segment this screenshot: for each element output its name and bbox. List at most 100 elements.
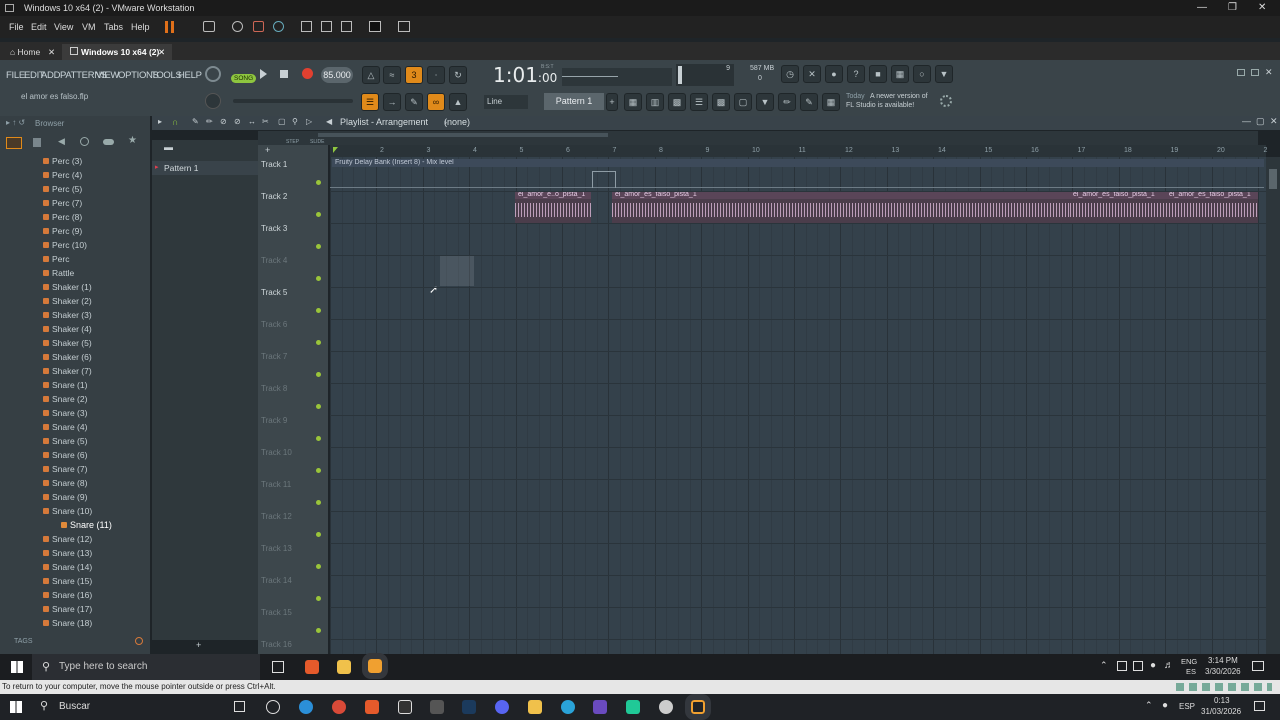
track-name[interactable]: Track 12 xyxy=(261,512,292,521)
browser-item[interactable]: Snare (18) xyxy=(43,618,92,628)
windows-start-icon[interactable] xyxy=(11,661,23,673)
menu-help[interactable]: Help xyxy=(131,16,150,38)
host-start-icon[interactable] xyxy=(10,701,22,713)
tray-display-icon[interactable] xyxy=(1133,661,1143,671)
pattern-item[interactable]: ▸ Pattern 1 xyxy=(152,161,258,175)
add-pattern-button[interactable]: + xyxy=(606,93,618,111)
host-explorer-icon[interactable] xyxy=(528,700,542,714)
host-discord-icon[interactable] xyxy=(495,700,509,714)
menu-view[interactable]: View xyxy=(54,16,73,38)
snap-select[interactable]: Line xyxy=(484,95,528,109)
browser-item[interactable]: Snare (6) xyxy=(43,450,87,460)
master-volume-knob[interactable] xyxy=(205,66,221,82)
host-search-placeholder[interactable]: Buscar xyxy=(59,701,90,712)
tags-search-icon[interactable] xyxy=(135,637,143,645)
host-steam-icon[interactable] xyxy=(462,700,476,714)
stamp-button[interactable]: ▲ xyxy=(449,93,467,111)
blend-notes-button[interactable]: ⋅ xyxy=(427,66,445,84)
host-vmware-icon[interactable] xyxy=(685,694,711,720)
browser-item[interactable]: Snare (8) xyxy=(43,478,87,488)
close-tab-icon[interactable]: ✕ xyxy=(48,44,55,60)
wait-input-button[interactable]: ≈ xyxy=(383,66,401,84)
mixer-button[interactable]: ✕ xyxy=(803,65,821,83)
guest-search-box[interactable]: ⚲ Type here to search xyxy=(32,654,260,680)
news-line1[interactable]: A newer version of xyxy=(870,93,928,100)
project-browser-button[interactable]: ▢ xyxy=(734,93,752,111)
track-mute-led[interactable] xyxy=(316,340,321,345)
tray-mic-icon[interactable]: ● xyxy=(1150,660,1156,671)
master-pitch-knob[interactable] xyxy=(205,93,221,109)
plugin-button[interactable]: ▦ xyxy=(891,65,909,83)
magnet-icon[interactable]: ∩ xyxy=(172,117,178,127)
snapshot-icon[interactable] xyxy=(232,21,243,32)
shop-button[interactable]: ▦ xyxy=(822,93,840,111)
search-filter-icon[interactable] xyxy=(80,137,89,146)
track-name[interactable]: Track 6 xyxy=(261,320,287,329)
track-mute-led[interactable] xyxy=(316,180,321,185)
loop-record-button[interactable]: ↻ xyxy=(449,66,467,84)
playhead-marker[interactable] xyxy=(333,147,338,153)
browser-item[interactable]: Perc (5) xyxy=(43,184,82,194)
track-name[interactable]: Track 14 xyxy=(261,576,292,585)
guest-lang-sub[interactable]: ES xyxy=(1186,667,1196,676)
browser-item[interactable]: Snare (1) xyxy=(43,380,87,390)
playlist-title-arrows[interactable]: ◀ xyxy=(326,117,332,126)
host-app-icon[interactable] xyxy=(430,700,444,714)
browser-item[interactable]: Snare (4) xyxy=(43,422,87,432)
track-name[interactable]: Track 15 xyxy=(261,608,292,617)
track-name[interactable]: Track 1 xyxy=(261,160,287,169)
library-icon[interactable] xyxy=(301,21,312,32)
paint-tool-icon[interactable]: ✏ xyxy=(206,117,213,126)
pause-icon[interactable] xyxy=(165,21,174,33)
track-mute-led[interactable] xyxy=(316,276,321,281)
fl-minimize-icon[interactable] xyxy=(1237,69,1245,76)
playback-tool-icon[interactable]: ▷ xyxy=(306,117,312,126)
folder-icon[interactable] xyxy=(33,138,41,147)
track-mute-led[interactable] xyxy=(316,564,321,569)
track-name[interactable]: Track 13 xyxy=(261,544,292,553)
guest-clock-time[interactable]: 3:14 PM xyxy=(1208,656,1238,665)
playlist-overview[interactable]: STEP SLIDE xyxy=(258,131,1258,145)
play-button[interactable] xyxy=(260,69,267,79)
overview-window[interactable] xyxy=(318,133,608,137)
automation-clip[interactable]: Fruity Delay Bank (Insert 8) - Mix level xyxy=(332,159,1264,167)
tab-vm[interactable]: Windows 10 x64 (2) ✕ xyxy=(62,44,172,60)
browser-item[interactable]: Shaker (6) xyxy=(43,352,92,362)
brave-icon[interactable] xyxy=(305,660,319,674)
browser-item[interactable]: Perc (3) xyxy=(43,156,82,166)
fl-close-icon[interactable]: ✕ xyxy=(1265,67,1273,78)
host-widget-icon[interactable] xyxy=(266,700,280,714)
plugin-picker-button[interactable]: ▩ xyxy=(712,93,730,111)
track-name[interactable]: Track 4 xyxy=(261,256,287,265)
notification-icon[interactable] xyxy=(1252,661,1264,671)
browser-options-icon[interactable] xyxy=(6,137,22,149)
browser-item[interactable]: Rattle xyxy=(43,268,74,278)
browser-item[interactable]: Snare (12) xyxy=(43,534,92,544)
link-button[interactable]: ∞ xyxy=(427,93,445,111)
track-mute-led[interactable] xyxy=(316,372,321,377)
track-mute-led[interactable] xyxy=(316,212,321,217)
fl-menu-tools[interactable]: TOOLS xyxy=(151,70,182,81)
master-pitch-slider[interactable] xyxy=(233,99,353,103)
browser-item[interactable]: Shaker (5) xyxy=(43,338,92,348)
audio-clip[interactable]: el_amor_e..o_pista_1 xyxy=(515,191,591,223)
host-brave-icon[interactable] xyxy=(365,700,379,714)
brush-button[interactable]: ✎ xyxy=(405,93,423,111)
channel-rack-button[interactable]: ▦ xyxy=(624,93,642,111)
file-explorer-icon[interactable] xyxy=(337,660,351,674)
countdown-button[interactable]: 3 xyxy=(405,66,423,84)
help-button[interactable]: ? xyxy=(847,65,865,83)
browser-item[interactable]: Perc (4) xyxy=(43,170,82,180)
track-mute-led[interactable] xyxy=(316,596,321,601)
cloud-icon[interactable] xyxy=(103,139,114,145)
track-name[interactable]: Track 7 xyxy=(261,352,287,361)
edison-button[interactable]: ✎ xyxy=(800,93,818,111)
audio-clip[interactable]: el_amor_es_falso_pista_1 xyxy=(612,191,1070,223)
tray-network-icon[interactable] xyxy=(1117,661,1127,671)
browser-item[interactable]: Snare (7) xyxy=(43,464,87,474)
mute-tool-icon[interactable]: ⊘ xyxy=(234,117,241,126)
fullscreen-icon[interactable] xyxy=(341,21,352,32)
tab-home[interactable]: ⌂ Home ✕ xyxy=(2,44,60,60)
host-app3-icon[interactable] xyxy=(626,700,640,714)
back-icon[interactable]: ◀ xyxy=(58,136,65,147)
